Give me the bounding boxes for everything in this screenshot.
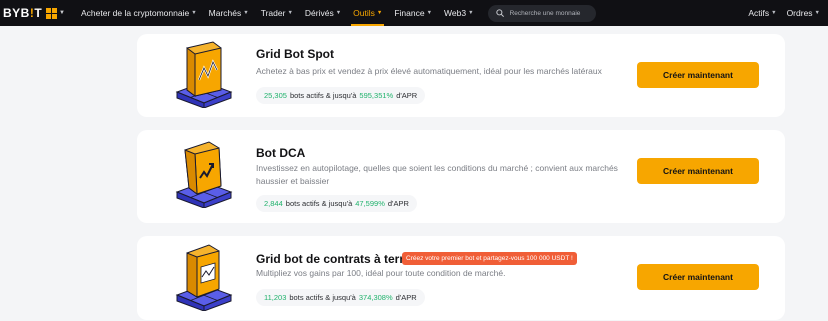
chevron-down-icon: ▼ xyxy=(191,10,197,16)
logo-text-end: T xyxy=(34,6,43,20)
menu-label: Marchés xyxy=(208,8,242,18)
menu-item-finance[interactable]: Finance ▼ xyxy=(388,0,438,26)
dca-bot-illustration-icon xyxy=(175,141,233,208)
menu-label: Outils xyxy=(353,8,375,18)
menu-item-web3[interactable]: Web3 ▼ xyxy=(438,0,480,26)
grid-bot-illustration-icon xyxy=(175,41,233,108)
futures-grid-bot-illustration-icon xyxy=(175,244,233,311)
stats-text: bots actifs & jusqu'à xyxy=(289,293,356,302)
menu-label: Finance xyxy=(394,8,425,18)
menu-item-derivatives[interactable]: Dérivés ▼ xyxy=(299,0,347,26)
bot-stats-pill: 2,844 bots actifs & jusqu'à 47,599% d'AP… xyxy=(256,195,417,212)
stats-text: bots actifs & jusqu'à xyxy=(285,199,353,208)
menu-item-trade[interactable]: Trader ▼ xyxy=(255,0,299,26)
menu-label: Web3 xyxy=(444,8,467,18)
menu-label: Dérivés xyxy=(304,8,334,18)
chevron-down-icon: ▼ xyxy=(59,10,65,16)
menu-label: Ordres xyxy=(786,8,813,18)
search-icon xyxy=(495,9,504,17)
bot-title: Grid bot de contrats à terme xyxy=(256,252,417,266)
menu-item-orders[interactable]: Ordres ▼ xyxy=(782,0,828,26)
chevron-down-icon: ▼ xyxy=(287,10,293,16)
bot-stats-pill: 11,203 bots actifs & jusqu'à 374,308% d'… xyxy=(256,289,425,306)
chevron-down-icon: ▼ xyxy=(376,10,383,16)
bybit-logo[interactable]: BYB! T xyxy=(3,6,43,20)
grid-apps-icon[interactable]: ▼ xyxy=(46,6,68,20)
account-menu: Actifs ▼ Ordres ▼ xyxy=(743,0,828,26)
chevron-down-icon: ▼ xyxy=(468,10,474,16)
bot-stats-pill: 25,305 bots actifs & jusqu'à 595,351% d'… xyxy=(256,87,426,104)
apr-percent: 374,308% xyxy=(358,293,393,302)
active-bots-count: 2,844 xyxy=(264,199,283,208)
create-now-button[interactable]: Créer maintenant xyxy=(637,62,759,88)
apr-label: d'APR xyxy=(396,91,418,100)
menu-label: Trader xyxy=(260,8,286,18)
bot-description: Multipliez vos gains par 100, idéal pour… xyxy=(256,268,506,278)
bot-title: Grid Bot Spot xyxy=(256,47,334,61)
active-bots-count: 25,305 xyxy=(264,91,287,100)
bot-description: Achetez à bas prix et vendez à prix élev… xyxy=(256,66,602,76)
create-now-button[interactable]: Créer maintenant xyxy=(637,264,759,290)
menu-label: Acheter de la cryptomonnaie xyxy=(81,8,190,18)
apr-label: d'APR xyxy=(395,293,417,302)
stats-text: bots actifs & jusqu'à xyxy=(289,91,357,100)
chevron-down-icon: ▼ xyxy=(814,10,820,16)
top-navigation-bar: BYB! T ▼ Acheter de la cryptomonnaie ▼ Mar… xyxy=(0,0,828,26)
chevron-down-icon: ▼ xyxy=(335,10,342,16)
menu-label: Actifs xyxy=(748,8,770,18)
active-bots-count: 11,203 xyxy=(264,293,287,302)
bot-card-grid-spot[interactable]: Grid Bot Spot Achetez à bas prix et vend… xyxy=(137,34,785,117)
chevron-down-icon: ▼ xyxy=(426,10,433,16)
menu-item-tools[interactable]: Outils ▼ xyxy=(347,0,388,26)
bot-description: Investissez en autopilotage, quelles que… xyxy=(256,163,618,186)
chevron-down-icon: ▼ xyxy=(771,10,777,16)
create-now-button[interactable]: Créer maintenant xyxy=(637,158,759,184)
search-bar[interactable] xyxy=(487,4,596,22)
logo-text: BYB xyxy=(3,6,30,20)
menu-item-assets[interactable]: Actifs ▼ xyxy=(743,0,781,26)
bot-title: Bot DCA xyxy=(256,146,306,160)
menu-item-buy-crypto[interactable]: Acheter de la cryptomonnaie ▼ xyxy=(75,0,203,26)
apr-percent: 47,599% xyxy=(355,199,385,208)
apr-percent: 595,351% xyxy=(359,91,394,100)
main-menu: Acheter de la cryptomonnaie ▼ Marchés ▼ Tr… xyxy=(75,0,480,26)
menu-item-markets[interactable]: Marchés ▼ xyxy=(203,0,255,26)
apr-label: d'APR xyxy=(387,199,409,208)
chevron-down-icon: ▼ xyxy=(243,10,249,16)
bot-card-futures-grid[interactable]: Grid bot de contrats à terme Créez votre… xyxy=(137,236,785,320)
bot-card-dca[interactable]: Bot DCA Investissez en autopilotage, que… xyxy=(137,130,785,223)
promo-badge[interactable]: Créez votre premier bot et partagez-vous… xyxy=(402,252,577,265)
search-input[interactable] xyxy=(509,9,594,17)
